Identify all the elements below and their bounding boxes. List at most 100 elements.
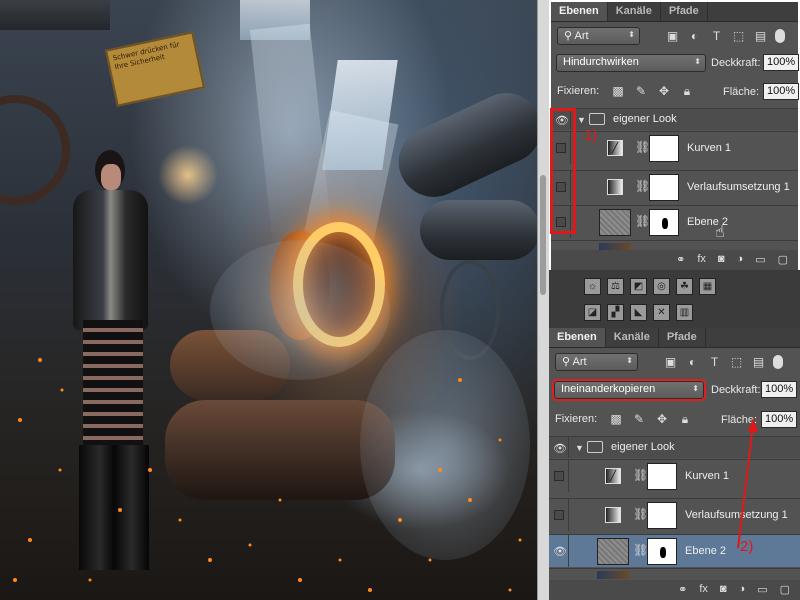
shape-icon[interactable]: ⬚ (729, 355, 744, 369)
smart-object-icon[interactable]: ▤ (753, 29, 768, 43)
mask-icon[interactable]: ◙ (720, 583, 727, 600)
layer-group[interactable]: 👁︎ ▼ eigener Look (549, 436, 800, 458)
layer-row-partial[interactable] (549, 568, 800, 579)
lock-all-icon[interactable]: 🔒︎ (680, 84, 694, 98)
type-icon[interactable]: T (707, 355, 722, 369)
kind-filter-select[interactable]: ⚲ Art ⬍ (555, 353, 638, 371)
lock-move-icon[interactable]: ✥ (655, 412, 669, 426)
layer-row[interactable]: ⛓︎ Verlaufsumsetzung 1 (551, 170, 798, 203)
adjustment-icon[interactable]: ◐ (685, 355, 700, 369)
fill-input[interactable]: 100% (761, 411, 797, 428)
expand-triangle-icon[interactable]: ▼ (577, 115, 586, 125)
layer-row-selected[interactable]: 👁︎ ⛓︎ Ebene 2 (549, 534, 800, 567)
group-name[interactable]: eigener Look (613, 113, 677, 125)
layer-name[interactable]: Ebene 2 (685, 545, 726, 557)
fx-icon[interactable]: fx (699, 583, 708, 600)
posterize-icon[interactable]: ▞ (607, 304, 624, 321)
adjustment-icon[interactable]: ◐ (687, 29, 702, 43)
tab-kanaele[interactable]: Kanäle (608, 2, 661, 21)
layer-name[interactable]: Kurven 1 (687, 142, 731, 154)
folder-icon[interactable]: ▭ (757, 583, 767, 600)
chain-link-icon[interactable]: ⛓︎ (635, 140, 650, 154)
lock-transparency-icon[interactable]: ▩ (611, 84, 625, 98)
gradient-map-icon[interactable]: ▥ (676, 304, 693, 321)
blend-mode-select[interactable]: Ineinanderkopieren ⬍ (552, 379, 706, 401)
opacity-input[interactable]: 100% (763, 54, 799, 71)
chain-link-icon[interactable]: ⛓︎ (633, 468, 648, 482)
layer-mask-thumbnail[interactable] (647, 502, 677, 529)
layer-thumbnail[interactable] (597, 538, 629, 565)
new-layer-icon[interactable]: ▢ (780, 583, 790, 600)
smart-object-icon[interactable]: ▤ (751, 355, 766, 369)
layer-thumbnail[interactable] (597, 571, 629, 579)
selective-color-icon[interactable]: ✕ (653, 304, 670, 321)
layer-row[interactable]: ⛓︎ Verlaufsumsetzung 1 (549, 498, 800, 531)
lock-move-icon[interactable]: ✥ (657, 84, 671, 98)
layer-mask-thumbnail[interactable] (647, 463, 677, 490)
filter-toggle-icon[interactable] (773, 355, 783, 369)
adjustment-icon[interactable]: ◑ (739, 583, 746, 600)
bw-icon[interactable]: ◩ (630, 278, 647, 295)
layer-thumbnail[interactable] (599, 209, 631, 236)
canvas-scrollbar[interactable] (537, 0, 549, 600)
canvas-scroll-thumb[interactable] (540, 175, 546, 295)
tab-ebenen[interactable]: Ebenen (551, 2, 608, 21)
chain-link-icon[interactable]: ⛓︎ (633, 543, 648, 557)
layer-row[interactable]: ╱ ⛓︎ Kurven 1 (549, 459, 800, 492)
folder-icon[interactable]: ▭ (755, 253, 765, 270)
tab-ebenen[interactable]: Ebenen (549, 328, 606, 347)
tab-pfade[interactable]: Pfade (661, 2, 708, 21)
lock-all-icon[interactable]: 🔒︎ (678, 412, 692, 426)
filter-toggle-icon[interactable] (775, 29, 785, 43)
image-icon[interactable]: ▣ (665, 29, 680, 43)
layer-mask-thumbnail[interactable] (647, 538, 677, 565)
visibility-toggle[interactable] (554, 471, 564, 481)
tab-kanaele[interactable]: Kanäle (606, 328, 659, 347)
eye-icon[interactable]: 👁︎ (553, 545, 567, 558)
balance-icon[interactable]: ⚖ (607, 278, 624, 295)
expand-triangle-icon[interactable]: ▼ (575, 443, 584, 453)
adjustment-icon[interactable]: ◑ (737, 253, 744, 270)
eye-icon[interactable]: 👁︎ (553, 442, 567, 455)
image-icon[interactable]: ▣ (663, 355, 678, 369)
link-icon[interactable]: ⚭ (676, 253, 685, 270)
visibility-cell[interactable] (549, 499, 569, 531)
link-icon[interactable]: ⚭ (678, 583, 687, 600)
visibility-cell[interactable]: 👁︎ (549, 535, 569, 567)
layer-mask-thumbnail[interactable] (649, 135, 679, 162)
layer-mask-thumbnail[interactable] (649, 174, 679, 201)
lock-transparency-icon[interactable]: ▩ (609, 412, 623, 426)
layer-row[interactable]: ⛓︎ Ebene 2 ☝︎ (551, 205, 798, 241)
mask-icon[interactable]: ◙ (718, 253, 725, 270)
invert-icon[interactable]: ◪ (584, 304, 601, 321)
new-layer-icon[interactable]: ▢ (778, 253, 788, 270)
color-lookup-icon[interactable]: ▦ (699, 278, 716, 295)
layer-name[interactable]: Verlaufsumsetzung 1 (685, 509, 788, 521)
layer-name[interactable]: Verlaufsumsetzung 1 (687, 181, 790, 193)
visibility-cell[interactable] (549, 460, 569, 492)
shape-icon[interactable]: ⬚ (731, 29, 746, 43)
lock-brush-icon[interactable]: ✎ (632, 412, 646, 426)
visibility-cell[interactable]: 👁︎ (549, 437, 569, 458)
layer-mask-thumbnail[interactable] (649, 209, 679, 236)
fill-input[interactable]: 100% (763, 83, 799, 100)
chain-link-icon[interactable]: ⛓︎ (635, 179, 650, 193)
fx-icon[interactable]: fx (697, 253, 706, 270)
group-name[interactable]: eigener Look (611, 441, 675, 453)
layer-row-partial[interactable] (551, 240, 798, 251)
channel-mixer-icon[interactable]: ☘ (676, 278, 693, 295)
visibility-toggle[interactable] (554, 510, 564, 520)
kind-filter-select[interactable]: ⚲ Art ⬍ (557, 27, 640, 45)
chain-link-icon[interactable]: ⛓︎ (635, 214, 650, 228)
brightness-icon[interactable]: ☼ (584, 278, 601, 295)
lock-brush-icon[interactable]: ✎ (634, 84, 648, 98)
blend-mode-select[interactable]: Hindurchwirken ⬍ (556, 54, 706, 72)
chain-link-icon[interactable]: ⛓︎ (633, 507, 648, 521)
opacity-input[interactable]: 100% (761, 381, 797, 398)
document-canvas[interactable]: Schwer drücken für Ihre Sicherheit (0, 0, 537, 600)
photo-filter-icon[interactable]: ◎ (653, 278, 670, 295)
layer-name[interactable]: Kurven 1 (685, 470, 729, 482)
type-icon[interactable]: T (709, 29, 724, 43)
tab-pfade[interactable]: Pfade (659, 328, 706, 347)
threshold-icon[interactable]: ◣ (630, 304, 647, 321)
